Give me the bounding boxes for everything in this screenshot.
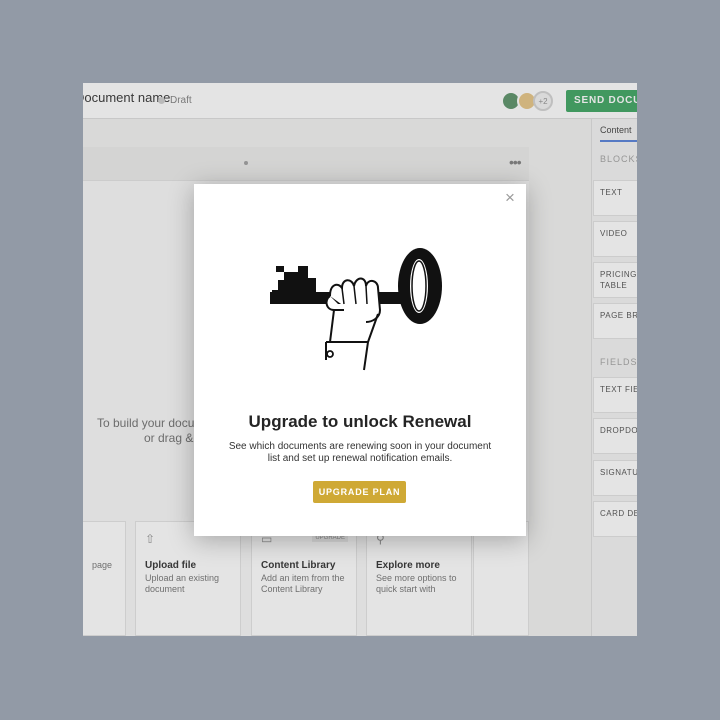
close-icon[interactable]: ×: [505, 189, 515, 206]
upgrade-plan-button[interactable]: UPGRADE PLAN: [313, 481, 406, 503]
upgrade-modal: × Upgrade to unlock Renewal See which do…: [194, 184, 526, 536]
modal-title: Upgrade to unlock Renewal: [248, 412, 472, 431]
modal-description: See which documents are renewing soon in…: [228, 441, 492, 464]
key-in-hand-illustration: [270, 248, 442, 371]
